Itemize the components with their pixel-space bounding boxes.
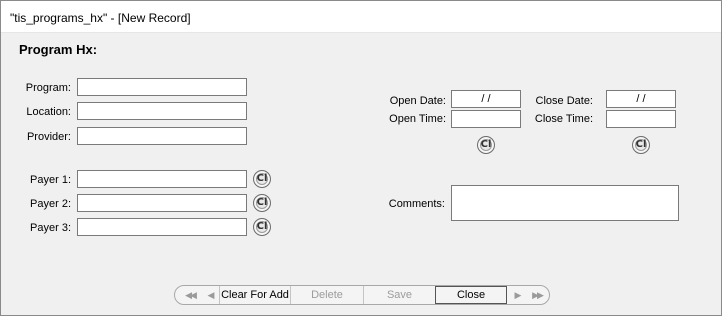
previous-record-icon[interactable]: ◀	[201, 286, 219, 304]
first-record-icon[interactable]: ◀◀	[179, 286, 201, 304]
payer3-label: Payer 3:	[30, 222, 71, 234]
payer3-field[interactable]	[77, 218, 247, 236]
payer1-clear-icon[interactable]: Cl	[253, 170, 271, 188]
open-time-label: Open Time:	[389, 113, 446, 125]
title-bar: "tis_programs_hx" - [New Record]	[1, 1, 721, 33]
comments-field[interactable]	[451, 185, 679, 221]
close-time-field[interactable]	[606, 110, 676, 128]
delete-button[interactable]: Delete	[291, 286, 363, 304]
program-label: Program:	[25, 82, 71, 94]
payer3-clear-icon[interactable]: Cl	[253, 218, 271, 236]
close-date-label: Close Date:	[535, 95, 593, 107]
payer2-label: Payer 2:	[30, 198, 71, 210]
window-title: "tis_programs_hx" - [New Record]	[10, 11, 191, 25]
section-title: Program Hx:	[19, 42, 98, 57]
close-button[interactable]: Close	[435, 286, 507, 304]
payer2-field[interactable]	[77, 194, 247, 212]
close-date-field[interactable]: / /	[606, 90, 676, 108]
open-clear-icon[interactable]: Cl	[477, 136, 495, 154]
comments-label: Comments:	[388, 198, 445, 210]
provider-label: Provider:	[26, 131, 71, 143]
payer2-clear-icon[interactable]: Cl	[253, 194, 271, 212]
window: "tis_programs_hx" - [New Record] Program…	[0, 0, 722, 316]
last-record-icon[interactable]: ▶▶	[527, 286, 547, 304]
save-button[interactable]: Save	[364, 286, 435, 304]
provider-field[interactable]	[77, 127, 247, 145]
program-field[interactable]	[77, 78, 247, 96]
next-record-icon[interactable]: ▶	[509, 286, 525, 304]
record-navigation-bar: ◀◀ ◀ Clear For Add Delete Save Close ▶ ▶…	[174, 285, 550, 305]
clear-for-add-button[interactable]: Clear For Add	[220, 286, 290, 304]
location-field[interactable]	[77, 102, 247, 120]
open-date-label: Open Date:	[389, 95, 446, 107]
location-label: Location:	[26, 106, 71, 118]
close-time-label: Close Time:	[534, 113, 593, 125]
payer1-field[interactable]	[77, 170, 247, 188]
payer1-label: Payer 1:	[30, 174, 71, 186]
close-clear-icon[interactable]: Cl	[632, 136, 650, 154]
